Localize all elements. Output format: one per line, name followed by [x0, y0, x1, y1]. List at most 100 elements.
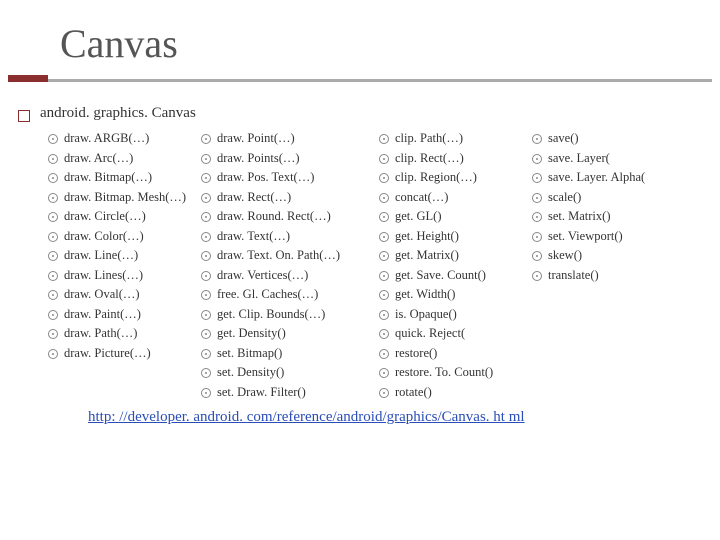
method-name: get. Clip. Bounds(…) [217, 306, 325, 324]
method-name: draw. Oval(…) [64, 286, 140, 304]
list-item: draw. Circle(…) [48, 208, 193, 226]
method-name: draw. Bitmap(…) [64, 169, 152, 187]
list-item: quick. Reject( [379, 325, 524, 343]
bullet-icon [48, 232, 58, 242]
bullet-icon [201, 173, 211, 183]
bullet-icon [201, 134, 211, 144]
bullet-icon [48, 329, 58, 339]
method-name: set. Matrix() [548, 208, 610, 226]
list-item: set. Matrix() [532, 208, 652, 226]
list-item: draw. Path(…) [48, 325, 193, 343]
bullet-icon [532, 193, 542, 203]
section-heading: android. graphics. Canvas [18, 105, 700, 122]
reference-link[interactable]: http: //developer. android. com/referenc… [18, 401, 678, 426]
bullet-icon [48, 349, 58, 359]
list-item: draw. Text(…) [201, 228, 371, 246]
list-item: draw. Picture(…) [48, 345, 193, 363]
bullet-icon [48, 251, 58, 261]
page-title: Canvas [0, 0, 720, 67]
method-name: get. Save. Count() [395, 267, 486, 285]
method-name: restore. To. Count() [395, 364, 493, 382]
method-name: draw. Picture(…) [64, 345, 151, 363]
bullet-icon [201, 232, 211, 242]
list-item: concat(…) [379, 189, 524, 207]
bullet-icon [201, 368, 211, 378]
method-name: draw. Points(…) [217, 150, 300, 168]
list-item: get. Density() [201, 325, 371, 343]
method-name: restore() [395, 345, 437, 363]
method-name: get. Matrix() [395, 247, 459, 265]
bullet-icon [201, 271, 211, 281]
bullet-icon [379, 271, 389, 281]
method-name: set. Bitmap() [217, 345, 282, 363]
list-item: draw. Line(…) [48, 247, 193, 265]
list-item: draw. Bitmap. Mesh(…) [48, 189, 193, 207]
column-3: clip. Path(…)clip. Rect(…)clip. Region(…… [379, 130, 524, 401]
bullet-icon [379, 193, 389, 203]
method-columns: draw. ARGB(…) draw. Arc(…)draw. Bitmap(…)… [18, 130, 700, 401]
list-item: set. Draw. Filter() [201, 384, 371, 402]
bullet-icon [379, 388, 389, 398]
list-item: draw. Oval(…) [48, 286, 193, 304]
method-name: draw. Lines(…) [64, 267, 143, 285]
method-name: get. Width() [395, 286, 455, 304]
list-item: get. Save. Count() [379, 267, 524, 285]
method-name: draw. Color(…) [64, 228, 144, 246]
bullet-icon [201, 193, 211, 203]
bullet-icon [379, 349, 389, 359]
list-item: translate() [532, 267, 652, 285]
list-item: get. Matrix() [379, 247, 524, 265]
method-name: quick. Reject( [395, 325, 465, 343]
method-name: clip. Path(…) [395, 130, 463, 148]
method-name: get. Density() [217, 325, 286, 343]
method-name: draw. ARGB(…) [64, 130, 149, 148]
list-item: draw. Paint(…) [48, 306, 193, 324]
method-name: clip. Region(…) [395, 169, 477, 187]
list-item: scale() [532, 189, 652, 207]
method-name: concat(…) [395, 189, 448, 207]
bullet-icon [379, 154, 389, 164]
method-name: draw. Line(…) [64, 247, 138, 265]
method-name: translate() [548, 267, 599, 285]
method-name: draw. Text(…) [217, 228, 290, 246]
method-name: draw. Bitmap. Mesh(…) [64, 189, 186, 207]
bullet-icon [379, 134, 389, 144]
list-item: clip. Region(…) [379, 169, 524, 187]
method-name: is. Opaque() [395, 306, 457, 324]
method-name: draw. Vertices(…) [217, 267, 308, 285]
method-name: draw. Circle(…) [64, 208, 146, 226]
list-item: get. Width() [379, 286, 524, 304]
method-name: draw. Point(…) [217, 130, 295, 148]
method-name: draw. Rect(…) [217, 189, 291, 207]
method-name: draw. Paint(…) [64, 306, 141, 324]
method-name: get. GL() [395, 208, 442, 226]
list-item: rotate() [379, 384, 524, 402]
list-item: is. Opaque() [379, 306, 524, 324]
bullet-icon [201, 329, 211, 339]
bullet-icon [48, 154, 58, 164]
list-item: draw. Point(…) [201, 130, 371, 148]
list-item: set. Density() [201, 364, 371, 382]
list-item: free. Gl. Caches(…) [201, 286, 371, 304]
horizontal-rule [48, 79, 712, 82]
bullet-icon [379, 232, 389, 242]
bullet-icon [532, 212, 542, 222]
bullet-icon [379, 290, 389, 300]
method-name: draw. Round. Rect(…) [217, 208, 331, 226]
bullet-icon [379, 173, 389, 183]
bullet-icon [532, 271, 542, 281]
bullet-icon [532, 154, 542, 164]
bullet-icon [379, 368, 389, 378]
method-name: skew() [548, 247, 582, 265]
square-bullet-icon [18, 110, 30, 122]
list-item: clip. Path(…) [379, 130, 524, 148]
bullet-icon [532, 251, 542, 261]
bullet-icon [48, 173, 58, 183]
method-name: set. Draw. Filter() [217, 384, 306, 402]
method-name: draw. Text. On. Path(…) [217, 247, 340, 265]
bullet-icon [201, 212, 211, 222]
method-name: draw. Arc(…) [64, 150, 133, 168]
list-item: set. Bitmap() [201, 345, 371, 363]
column-1: draw. ARGB(…) draw. Arc(…)draw. Bitmap(…)… [48, 130, 193, 401]
content-area: android. graphics. Canvas draw. ARGB(…)d… [0, 85, 720, 426]
